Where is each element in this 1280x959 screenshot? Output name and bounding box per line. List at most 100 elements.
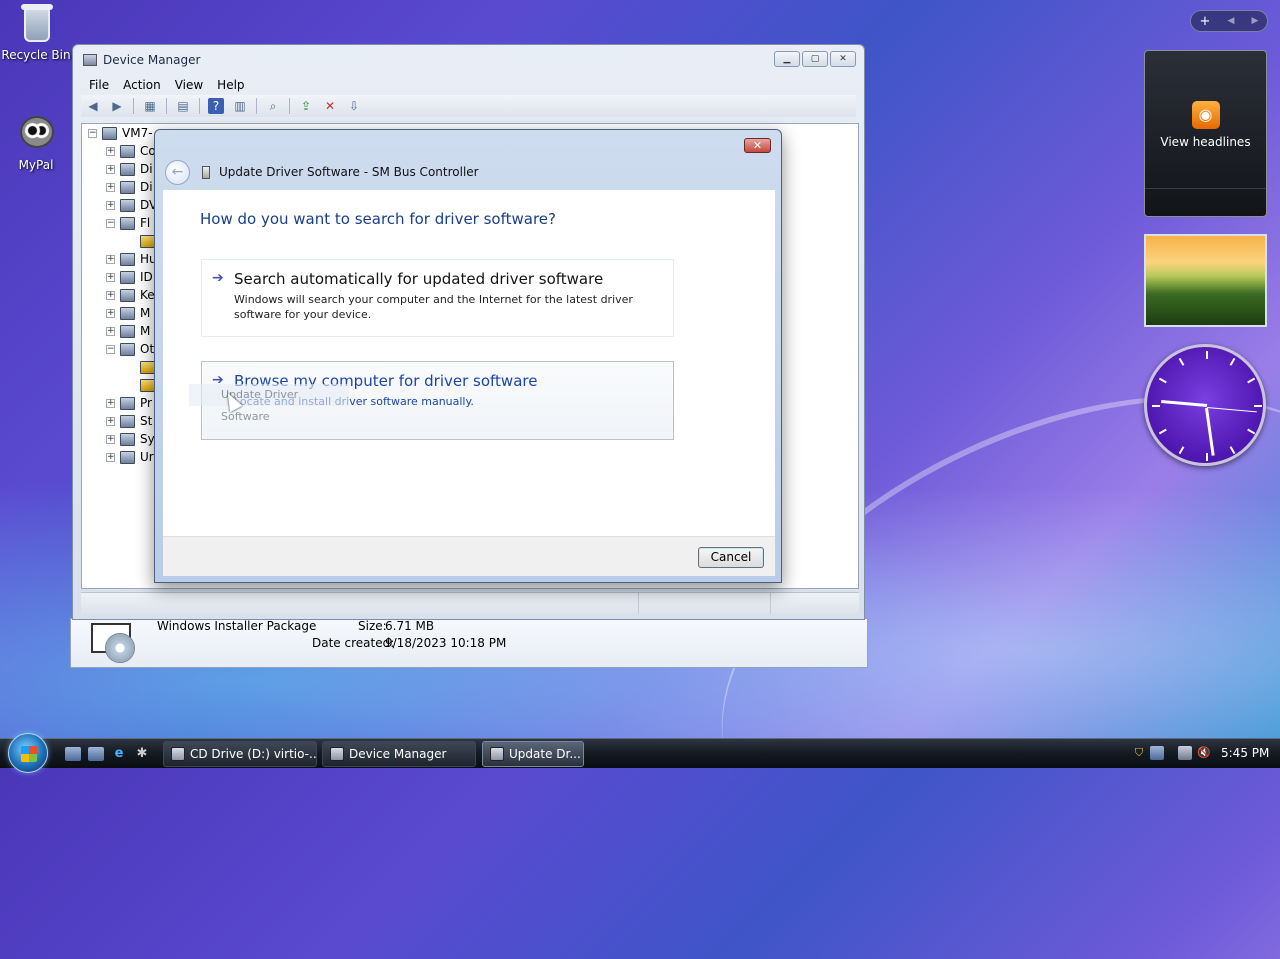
drag-ghost-label: Update Driver Software [189,384,349,423]
tree-item[interactable]: + Hu [106,250,157,268]
next-page-icon[interactable]: ▶ [1252,16,1259,26]
warning-device-icon [140,378,155,392]
tree-item[interactable]: + M [106,304,150,322]
window-controls: ▁ ▢ ✕ [774,51,856,67]
view-icon[interactable]: ▥ [232,98,248,114]
menu-view[interactable]: View [169,78,211,92]
menu-file[interactable]: File [83,78,117,92]
dialog-footer: Cancel [163,536,775,576]
cancel-button[interactable]: Cancel [698,547,764,568]
processor-icon [120,396,135,410]
device-category-icon [120,162,135,176]
prev-page-icon[interactable]: ◀ [1228,16,1235,26]
security-shield-icon[interactable]: ⛉ [1132,746,1146,760]
clock-gadget[interactable] [1144,344,1266,466]
view-headlines-label[interactable]: View headlines [1145,135,1266,149]
taskbar: e ✱ CD Drive (D:) virtio-... Device Mana… [0,733,1280,773]
dialog-question: How do you want to search for driver sof… [200,210,556,228]
search-automatically-option[interactable]: ➔ Search automatically for updated drive… [201,259,674,337]
recycle-bin-icon [16,2,56,46]
desktop-icon-mypal[interactable]: MyPal [0,112,72,172]
tree-item[interactable]: + Ke [106,286,155,304]
device-category-icon [120,144,135,158]
collapse-icon[interactable]: − [88,128,97,138]
tree-item[interactable]: + Ur [106,448,154,466]
menu-help[interactable]: Help [211,78,252,92]
maximize-button[interactable]: ▢ [802,51,828,67]
taskbar-clock[interactable]: 5:45 PM [1221,746,1269,760]
back-arrow-icon[interactable]: ← [165,159,190,185]
sm-bus-device-icon [202,165,210,179]
taskbar-button-cd-drive[interactable]: CD Drive (D:) virtio-... [163,741,317,767]
desktop-icon-label: MyPal [18,158,54,172]
storage-icon [120,414,135,428]
dialog-close-button[interactable]: ✕ [744,138,771,153]
device-category-icon [120,216,135,230]
device-category-icon [120,252,135,266]
tree-item[interactable]: + Di [106,178,153,196]
status-bar [81,592,859,614]
device-category-icon [120,180,135,194]
tree-item[interactable]: + Co [106,142,156,160]
update-driver-icon [490,747,504,761]
clock-minute-hand [1205,407,1215,456]
tree-item[interactable]: − Fl [106,214,150,232]
other-devices-icon [120,342,135,356]
switch-windows-icon[interactable] [88,747,104,761]
minimize-button[interactable]: ▁ [774,51,800,67]
disable-device-icon[interactable]: ⇩ [346,98,362,114]
uninstall-icon[interactable]: ✕ [322,98,338,114]
desktop-icon-recycle-bin[interactable]: Recycle Bin [0,2,72,62]
desktop-icon-label: Recycle Bin [1,48,71,62]
explorer-details-pane: Windows Installer Package Size: 6.71 MB … [70,618,868,668]
add-gadget-icon[interactable]: + [1200,14,1211,29]
device-manager-icon [83,54,97,66]
tree-item[interactable]: + M [106,322,150,340]
clock-hour-hand [1161,399,1208,407]
device-category-icon [120,198,135,212]
scan-hardware-icon[interactable]: ⌕ [265,98,281,114]
console-tree-icon[interactable]: ▦ [142,98,158,114]
slideshow-gadget[interactable] [1144,234,1267,327]
tray-app-icon[interactable] [1150,746,1164,760]
taskbar-button-device-manager[interactable]: Device Manager [322,741,476,767]
tree-item[interactable]: + Pr [106,394,152,412]
installer-package-icon [89,621,137,665]
toolbar: ◀ ▶ ▦ ▤ ? ▥ ⌕ ⇪ ✕ ⇩ [81,95,856,117]
show-desktop-icon[interactable] [65,747,81,761]
tree-item[interactable]: + DV [106,196,157,214]
forward-arrow-icon[interactable]: ▶ [109,98,125,114]
size-value: 6.71 MB [385,619,435,633]
help-icon[interactable]: ? [208,98,224,114]
computer-icon [102,126,117,140]
device-category-icon [120,270,135,284]
sidebar-gadget-toolbar: + ◀ ▶ [1190,10,1268,32]
update-driver-icon[interactable]: ⇪ [298,98,314,114]
warning-device-icon [140,234,155,248]
start-button[interactable] [8,733,48,773]
volume-muted-icon[interactable]: 🔇 [1197,746,1211,760]
mypal-quicklaunch-icon[interactable]: ✱ [134,747,150,761]
dialog-body: How do you want to search for driver sof… [163,190,775,536]
update-driver-dialog[interactable]: ✕ ← Update Driver Software - SM Bus Cont… [154,129,782,583]
tree-item[interactable]: − Ot [106,340,154,358]
rss-feed-icon: ◉ [1191,101,1220,129]
file-type: Windows Installer Package [157,619,317,633]
device-manager-titlebar[interactable]: Device Manager [73,45,864,75]
tree-item[interactable]: + ID [106,268,153,286]
taskbar-button-update-driver[interactable]: Update Dr... [482,741,584,767]
window-title: Device Manager [103,53,201,67]
network-icon[interactable] [1178,746,1192,760]
tree-root[interactable]: − VM7- [88,124,153,142]
internet-explorer-icon[interactable]: e [111,747,127,761]
menu-action[interactable]: Action [117,78,169,92]
back-arrow-icon[interactable]: ◀ [85,98,101,114]
tree-item[interactable]: + Sy [106,430,155,448]
menu-bar: File Action View Help [73,75,864,95]
feed-headlines-gadget[interactable]: ◉ View headlines [1144,50,1267,217]
properties-icon[interactable]: ▤ [175,98,191,114]
tree-item[interactable]: + Di [106,160,153,178]
size-label: Size: [358,619,387,633]
close-button[interactable]: ✕ [830,51,856,67]
tree-item[interactable]: + St [106,412,152,430]
